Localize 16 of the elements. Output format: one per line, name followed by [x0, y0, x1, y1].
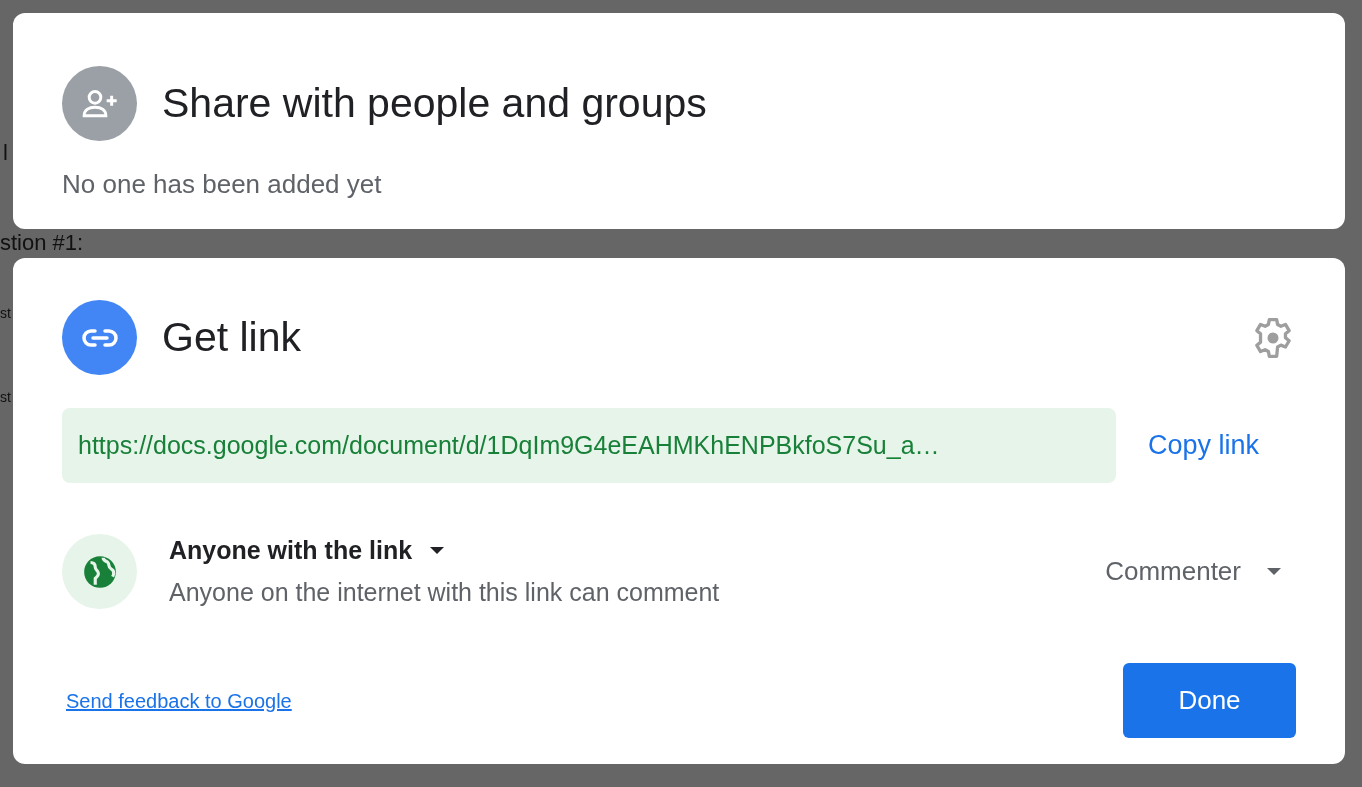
panel-title: Share with people and groups: [162, 78, 707, 128]
done-button[interactable]: Done: [1123, 663, 1296, 738]
panel-title: Get link: [162, 312, 301, 362]
copy-link-button[interactable]: Copy link: [1140, 425, 1268, 466]
document-text: st: [0, 305, 11, 322]
document-text: l: [3, 140, 8, 167]
document-text: st: [0, 389, 11, 406]
caret-icon: [430, 546, 445, 555]
access-description: Anyone on the internet with this link can comment: [169, 576, 720, 608]
empty-status-text: No one has been added yet: [62, 168, 383, 201]
feedback-link[interactable]: Send feedback to Google: [66, 685, 292, 716]
link-url-field[interactable]: https://docs.google.com/document/d/1DqIm9G4eEAHMKhENPBkfoS7Su_a…: [62, 408, 1116, 483]
caret-icon: [1267, 567, 1281, 576]
role-dropdown[interactable]: Commenter: [1099, 551, 1287, 592]
document-text: stion #1:: [0, 230, 84, 257]
access-scope-dropdown[interactable]: Anyone with the link: [169, 532, 445, 570]
